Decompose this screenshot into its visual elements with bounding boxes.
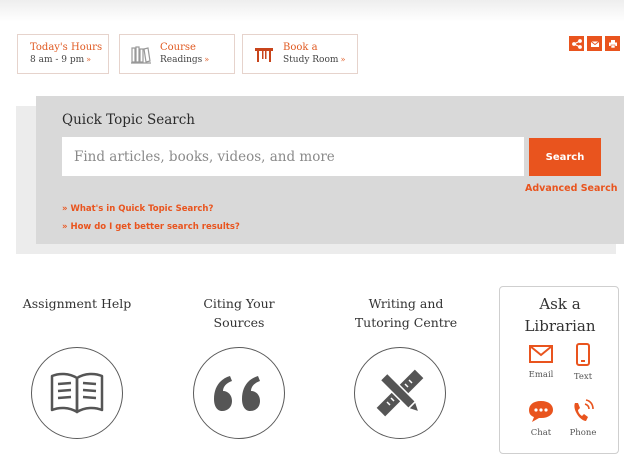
search-button[interactable]: Search [529,138,601,176]
email-icon [590,40,599,47]
quote-icon [214,376,260,411]
course-readings-subtitle: Readings [160,55,203,65]
course-readings-link[interactable]: Course Readings» [119,34,235,74]
citing-sources-label[interactable]: Citing Your Sources [180,294,298,332]
arrow-icon: » [204,55,210,64]
print-button[interactable] [605,36,620,51]
search-title: Quick Topic Search [62,112,196,128]
book-icon [50,372,104,414]
phone-icon [574,399,594,421]
arrow-icon: » [86,55,92,64]
bookshelf-icon [131,46,151,64]
writing-tutoring-button[interactable] [354,347,446,439]
assignment-help-button[interactable] [31,347,123,439]
book-study-room-title: Book a [283,42,318,53]
course-readings-title: Course [160,42,196,53]
advanced-search-link[interactable]: Advanced Search [525,183,617,194]
search-input[interactable] [62,137,524,176]
share-toolbar [569,36,620,51]
todays-hours-title: Today's Hours [30,42,103,53]
phone-text-icon [576,343,590,366]
book-study-room-link[interactable]: Book a Study Room» [242,34,358,74]
better-results-link[interactable]: » How do I get better search results? [62,222,240,232]
print-icon [608,39,617,48]
chat-icon [529,401,553,422]
share-icon [571,38,582,49]
email-contact[interactable]: Email [521,343,561,380]
writing-tutoring-label[interactable]: Writing and Tutoring Centre [344,294,468,332]
text-contact[interactable]: Text [563,343,603,382]
email-icon [529,345,553,363]
top-fade-band [0,0,624,22]
book-study-room-subtitle: Study Room [283,55,339,65]
todays-hours-value: 8 am - 9 pm [30,55,85,65]
ask-librarian-box: Ask a Librarian Email Text Chat Phone [499,286,619,454]
pencil-ruler-icon [376,369,424,417]
todays-hours-link[interactable]: Today's Hours 8 am - 9 pm» [17,34,109,74]
citing-sources-button[interactable] [193,347,285,439]
email-share-button[interactable] [587,36,602,51]
arrow-icon: » [340,55,346,64]
assignment-help-label[interactable]: Assignment Help [18,294,136,313]
chat-contact[interactable]: Chat [521,399,561,438]
ask-title-line1: Ask a [539,295,581,313]
ask-title-line2: Librarian [524,317,596,335]
table-icon [255,48,273,62]
share-button[interactable] [569,36,584,51]
phone-contact[interactable]: Phone [563,399,603,438]
whats-in-search-link[interactable]: » What's in Quick Topic Search? [62,204,213,214]
